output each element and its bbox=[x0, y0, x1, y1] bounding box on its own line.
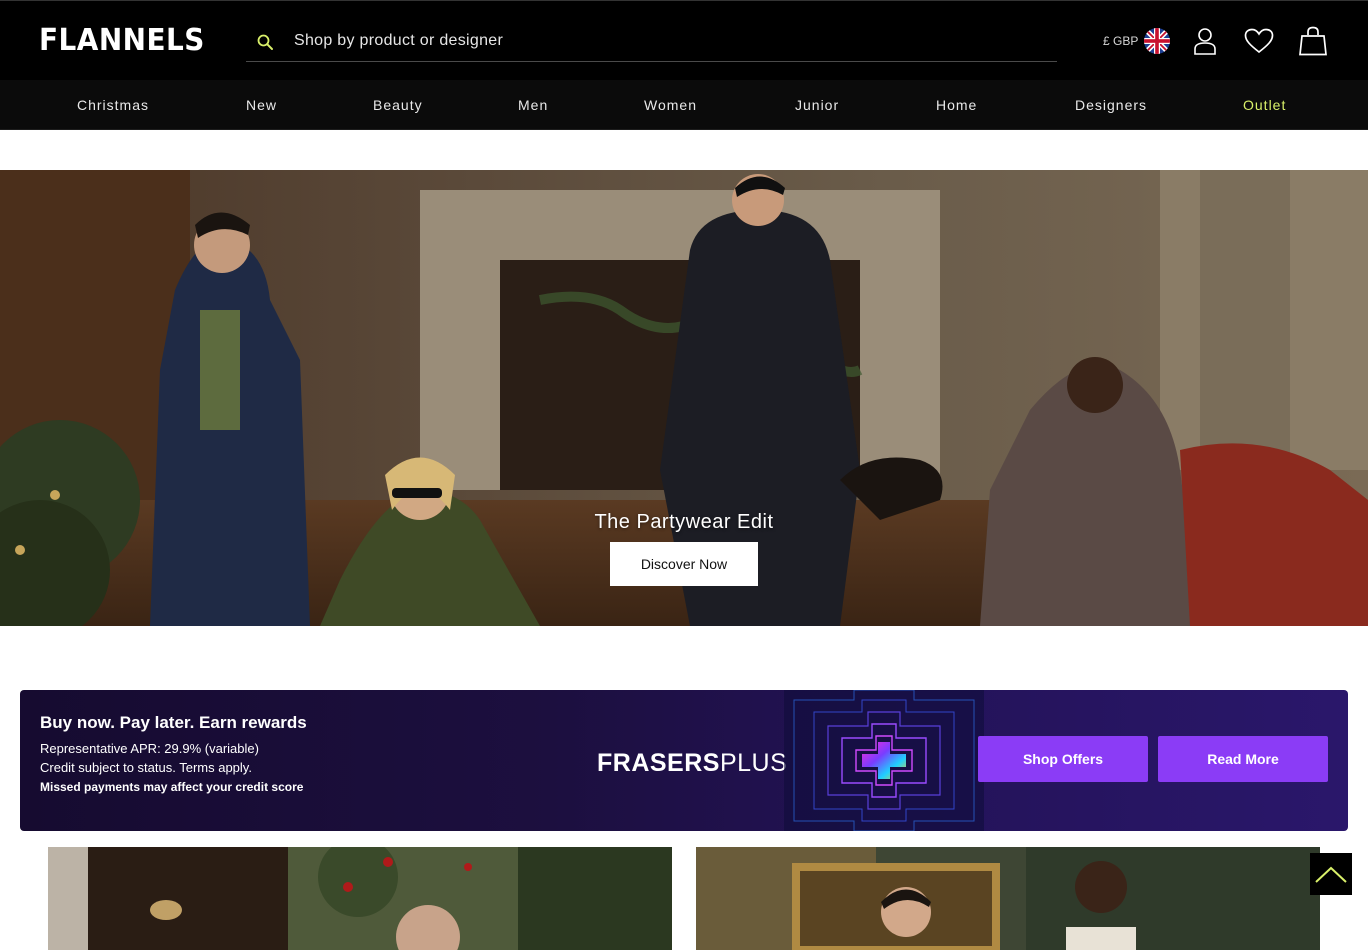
nav-item-christmas[interactable]: Christmas bbox=[77, 96, 149, 114]
fp-warning-text: Missed payments may affect your credit s… bbox=[40, 780, 304, 794]
nav-item-home[interactable]: Home bbox=[936, 96, 977, 114]
read-more-button[interactable]: Read More bbox=[1158, 736, 1328, 782]
fp-title: Buy now. Pay later. Earn rewards bbox=[40, 713, 307, 732]
fp-terms-text: Credit subject to status. Terms apply. bbox=[40, 760, 252, 775]
search-icon[interactable] bbox=[256, 33, 274, 51]
nav-item-men[interactable]: Men bbox=[518, 96, 548, 114]
fp-apr-text: Representative APR: 29.9% (variable) bbox=[40, 741, 259, 756]
hero-banner[interactable]: The Partywear Edit Discover Now bbox=[0, 170, 1368, 626]
promo-tile-right[interactable] bbox=[696, 847, 1320, 950]
nav-item-new[interactable]: New bbox=[246, 96, 277, 114]
currency-selector[interactable]: £ GBP bbox=[1103, 27, 1171, 55]
nav-item-women[interactable]: Women bbox=[644, 96, 697, 114]
chevron-up-icon bbox=[1315, 866, 1347, 883]
main-navigation: Christmas New Beauty Men Women Junior Ho… bbox=[0, 80, 1368, 130]
heart-icon[interactable] bbox=[1242, 25, 1276, 57]
bag-icon[interactable] bbox=[1296, 25, 1330, 57]
search-bar[interactable] bbox=[246, 23, 1057, 62]
nav-item-designers[interactable]: Designers bbox=[1075, 96, 1147, 114]
account-icon[interactable] bbox=[1188, 25, 1222, 57]
fp-logo-light: PLUS bbox=[719, 749, 788, 777]
uk-flag-icon bbox=[1144, 28, 1171, 54]
flannels-logo[interactable]: FLANNELS bbox=[39, 25, 205, 57]
fp-logo-bold: FRASERS bbox=[597, 749, 720, 777]
promo-image-right bbox=[696, 847, 1320, 950]
shop-offers-button[interactable]: Shop Offers bbox=[978, 736, 1148, 782]
discover-now-button[interactable]: Discover Now bbox=[610, 542, 758, 586]
nav-item-junior[interactable]: Junior bbox=[795, 96, 839, 114]
currency-label: £ GBP bbox=[1103, 34, 1139, 48]
top-header: FLANNELS £ GBP bbox=[0, 0, 1368, 80]
hero-title: The Partywear Edit bbox=[594, 511, 774, 533]
scroll-to-top-button[interactable] bbox=[1310, 853, 1352, 895]
promo-tile-left[interactable] bbox=[48, 847, 672, 950]
search-input[interactable] bbox=[294, 29, 1034, 53]
nav-item-outlet[interactable]: Outlet bbox=[1243, 96, 1286, 114]
promo-image-left bbox=[48, 847, 672, 950]
frasers-plus-banner: Buy now. Pay later. Earn rewards Represe… bbox=[20, 690, 1348, 831]
frasers-plus-logo: FRASERSPLUS bbox=[597, 748, 787, 778]
frasers-plus-cross-icon bbox=[784, 690, 984, 831]
nav-item-beauty[interactable]: Beauty bbox=[373, 96, 423, 114]
